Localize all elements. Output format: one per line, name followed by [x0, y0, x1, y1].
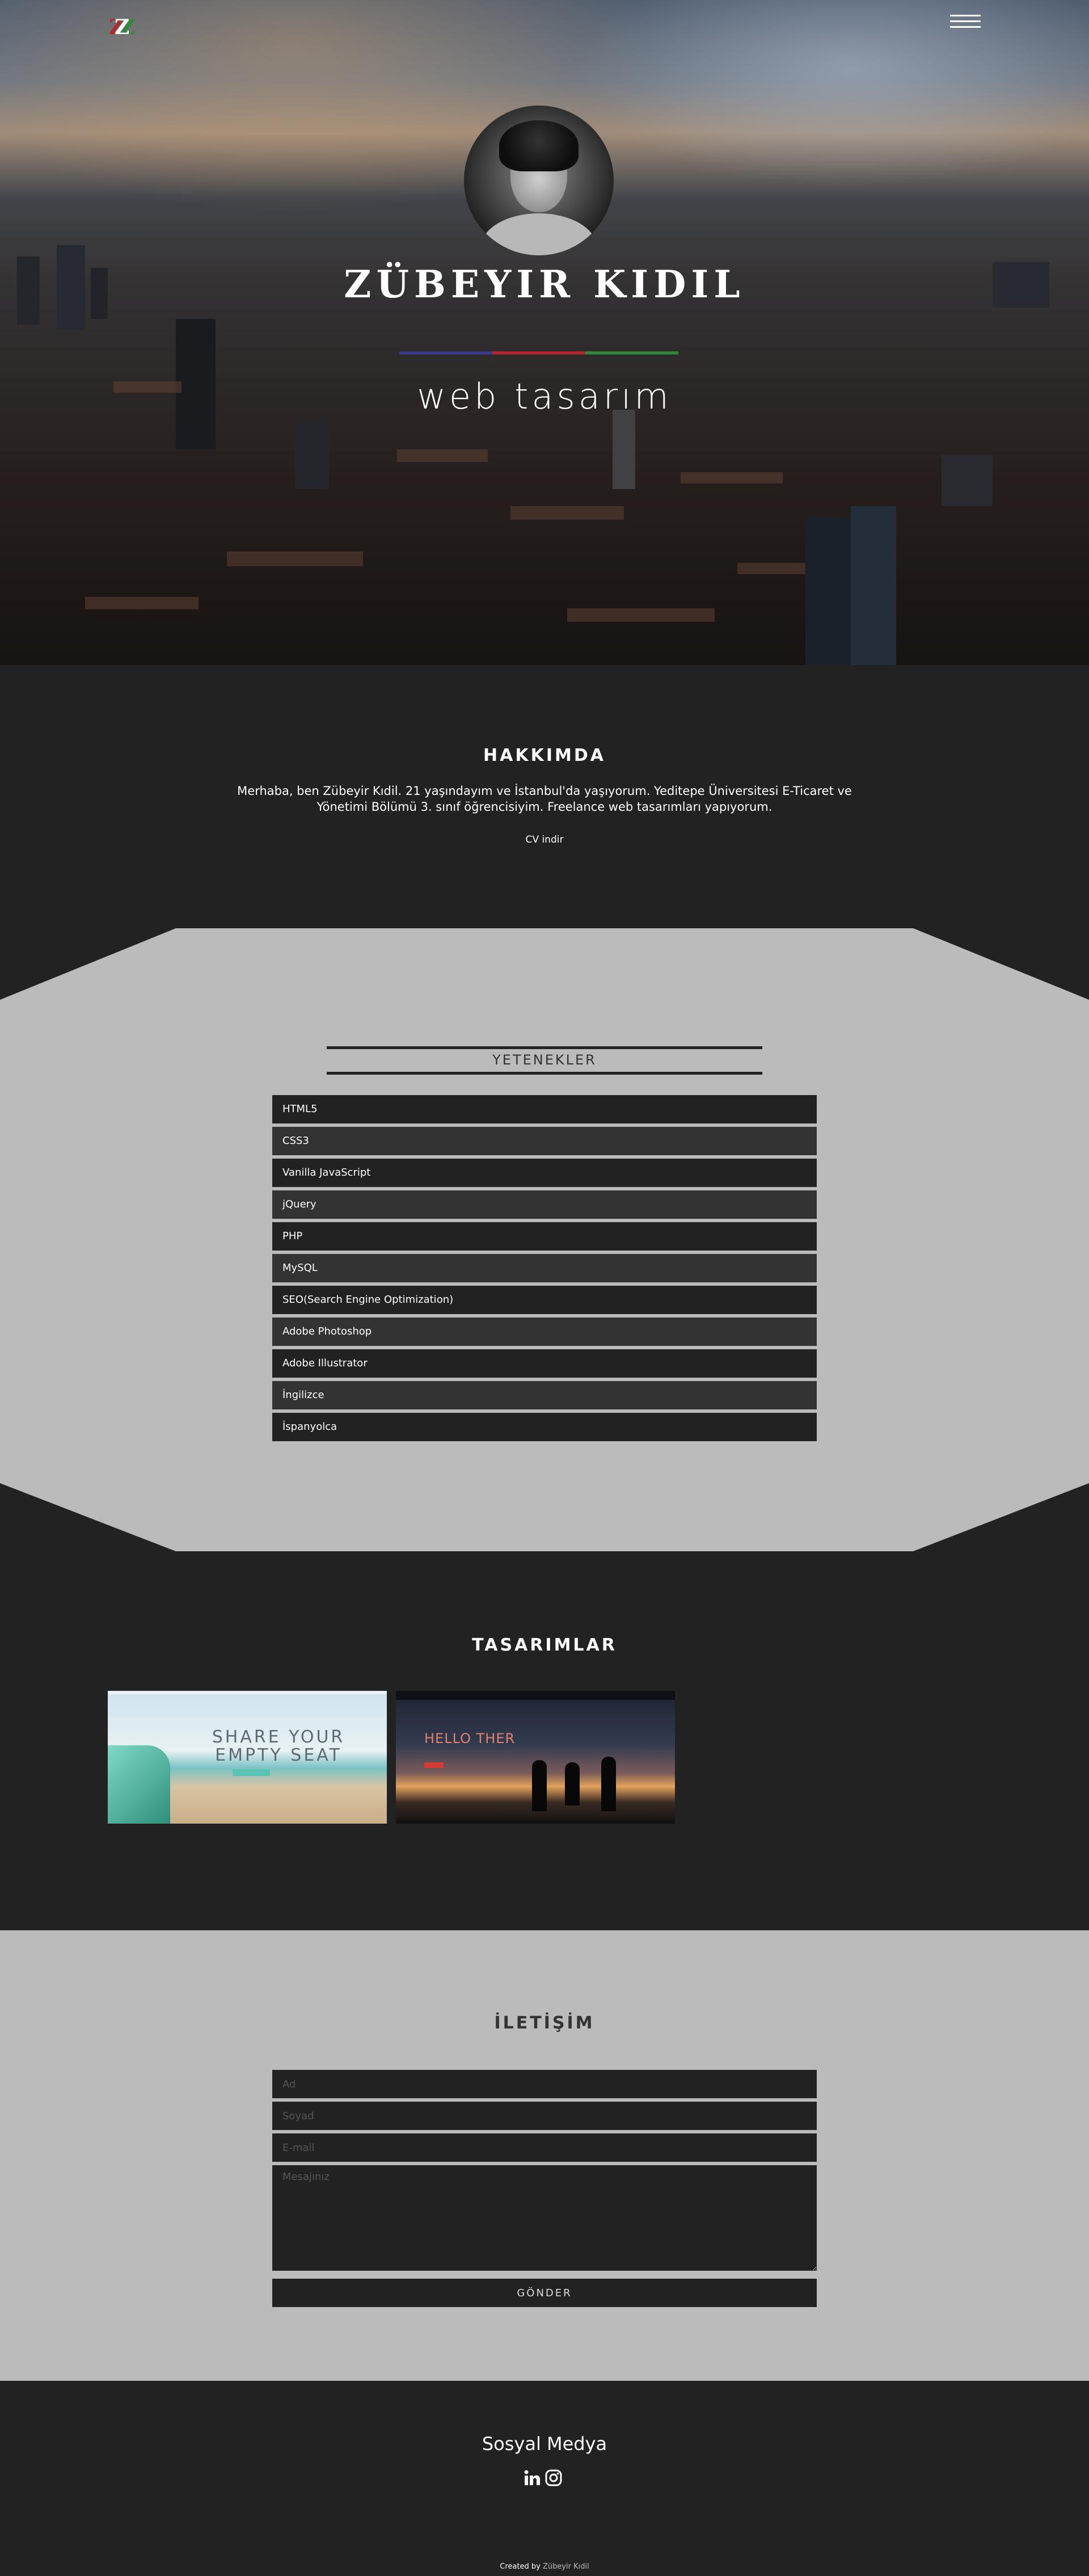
cv-download-link[interactable]: CV indir: [0, 834, 1089, 845]
skill-item: SEO(Search Engine Optimization): [272, 1286, 817, 1314]
skill-item: İspanyolca: [272, 1413, 817, 1441]
skill-item: Adobe Illustrator: [272, 1349, 817, 1378]
instagram-icon[interactable]: [545, 2469, 562, 2486]
skill-item: Adobe Photoshop: [272, 1318, 817, 1346]
car-image: [108, 1745, 170, 1824]
design-thumbnail-sunset[interactable]: HELLO THER: [396, 1691, 675, 1824]
designs-title: TASARIMLAR: [472, 1635, 617, 1655]
skill-item: İngilizce: [272, 1381, 817, 1409]
email-field[interactable]: [272, 2133, 817, 2162]
name-field[interactable]: [272, 2070, 817, 2098]
skills-section: YETENEKLER HTML5 CSS3 Vanilla JavaScript…: [0, 928, 1089, 1551]
skill-item: MySQL: [272, 1254, 817, 1282]
about-section: HAKKIMDA Merhaba, ben Zübeyir Kıdil. 21 …: [0, 665, 1089, 928]
thumbnail-heading: SHARE YOUR: [212, 1727, 345, 1747]
profile-avatar: [464, 106, 614, 255]
credit-prefix: Created by: [500, 2562, 541, 2571]
skills-title: YETENEKLER: [492, 1052, 597, 1068]
hero-section: Z Z Z ZÜBEYIR KIDIL web tasarım: [0, 0, 1089, 665]
surname-field[interactable]: [272, 2102, 817, 2130]
skill-item: CSS3: [272, 1127, 817, 1155]
skills-header: YETENEKLER: [327, 1046, 762, 1075]
credits: Created by Zübeyir Kıdil: [0, 2562, 1089, 2571]
thumbnail-heading: EMPTY SEAT: [215, 1745, 342, 1765]
hamburger-icon[interactable]: [950, 12, 981, 30]
thumbnail-heading: HELLO THER: [424, 1731, 516, 1746]
about-title: HAKKIMDA: [483, 746, 606, 765]
message-field[interactable]: [272, 2165, 817, 2271]
submit-button[interactable]: GÖNDER: [272, 2279, 817, 2307]
site-logo[interactable]: Z Z Z: [108, 15, 140, 40]
skill-list: HTML5 CSS3 Vanilla JavaScript jQuery PHP…: [272, 1095, 817, 1445]
designs-section: TASARIMLAR SHARE YOUR EMPTY SEAT HELLO T…: [0, 1551, 1089, 1930]
skill-item: PHP: [272, 1222, 817, 1251]
footer: Sosyal Medya Created by Zübeyir Kıdil: [0, 2381, 1089, 2576]
silhouette: [601, 1757, 616, 1811]
hero-role: web tasarım: [417, 376, 672, 417]
contact-section: İLETİŞİM GÖNDER: [0, 1930, 1089, 2381]
design-thumbnail-carpool[interactable]: SHARE YOUR EMPTY SEAT: [108, 1691, 387, 1824]
logo-letter: Z: [115, 15, 130, 39]
credit-name[interactable]: Zübeyir Kıdil: [543, 2562, 589, 2571]
contact-title: İLETİŞİM: [494, 2013, 595, 2033]
skill-item: jQuery: [272, 1190, 817, 1219]
hero-name: ZÜBEYIR KIDIL: [344, 262, 745, 306]
skill-item: Vanilla JavaScript: [272, 1159, 817, 1187]
tricolor-divider: [399, 349, 678, 357]
linkedin-icon[interactable]: [524, 2469, 541, 2486]
silhouette: [565, 1762, 580, 1805]
silhouette: [532, 1760, 547, 1811]
skill-item: HTML5: [272, 1095, 817, 1123]
about-bio: Merhaba, ben Zübeyir Kıdil. 21 yaşındayı…: [237, 784, 852, 814]
social-title: Sosyal Medya: [482, 2433, 607, 2455]
